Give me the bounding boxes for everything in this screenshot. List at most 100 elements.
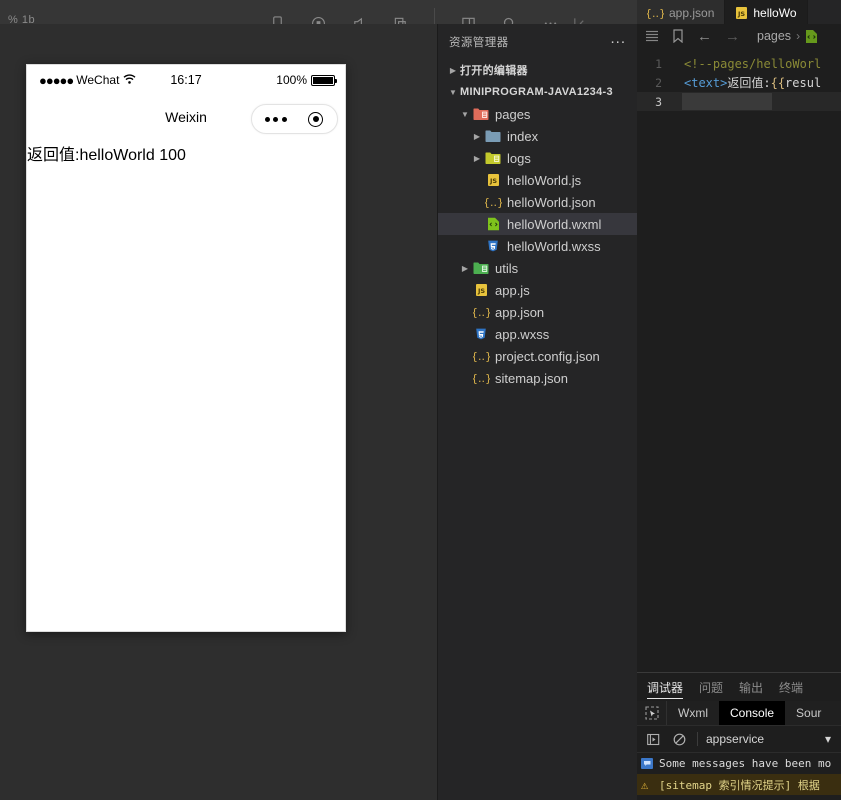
breadcrumb-separator: › (796, 29, 800, 43)
panel-tab-label: 问题 (699, 679, 723, 696)
console-log-text: Some messages have been mo (659, 757, 831, 770)
split-editor-icon[interactable] (461, 16, 476, 24)
volume-icon[interactable] (352, 16, 367, 24)
capsule-button[interactable] (251, 104, 338, 134)
tree-item-label: helloWorld.wxml (507, 217, 601, 232)
console-log-row[interactable]: ⚠[sitemap 索引情况提示] 根据 (637, 774, 841, 795)
toolbar-device-icons (270, 0, 558, 24)
chevron-right-icon[interactable]: ▶ (470, 132, 484, 141)
tree-item-label: logs (507, 151, 531, 166)
code-token: 返回值: (727, 76, 770, 90)
breadcrumb-path: pages › (757, 29, 818, 44)
forward-arrow-icon[interactable]: → (725, 28, 740, 45)
file-wxml-icon[interactable] (805, 29, 818, 44)
tree-item-helloworld-js[interactable]: JShelloWorld.js (438, 169, 637, 191)
tree-item-helloworld-wxss[interactable]: helloWorld.wxss (438, 235, 637, 257)
file-json-icon: {..} (484, 195, 502, 209)
breadcrumb-segment-pages[interactable]: pages (757, 29, 791, 43)
tree-item-label: pages (495, 107, 530, 122)
tree-item-app-json[interactable]: {..}app.json (438, 301, 637, 323)
phone-icon[interactable] (270, 16, 285, 24)
explorer-title: 资源管理器 (449, 34, 509, 50)
svg-text:{..}: {..} (647, 7, 664, 20)
page-result-text: 返回值:helloWorld 100 (26, 139, 345, 165)
file-js-icon: JS (735, 6, 748, 20)
line-number: 1 (637, 57, 671, 71)
back-arrow-icon[interactable]: ← (697, 28, 712, 45)
outline-icon[interactable] (645, 29, 659, 43)
tree-item-utils[interactable]: ▶ utils (438, 257, 637, 279)
copy-icon[interactable] (393, 16, 408, 24)
tree-item-label: helloWorld.wxss (507, 239, 601, 254)
svg-text:{..}: {..} (473, 350, 490, 363)
file-tree: ▼ pages▶ index▶ logs JShelloWorld.js {..… (438, 103, 637, 389)
devtools-tab-console[interactable]: Console (719, 701, 785, 725)
toolbar-left: % 1b (0, 0, 270, 24)
chevron-right-icon: ▶ (446, 66, 460, 75)
project-root-section[interactable]: ▼ MINIPROGRAM-JAVA1234-3 (438, 81, 637, 103)
console-log-row[interactable]: Some messages have been mo (637, 753, 841, 774)
console-log-text: [sitemap 索引情况提示] 根据 (659, 777, 820, 793)
bookmark-icon[interactable] (672, 29, 684, 43)
tree-item-sitemap-json[interactable]: {..}sitemap.json (438, 367, 637, 389)
collapse-icon[interactable] (572, 16, 587, 24)
debugger-panel: 调试器问题输出终端 Wxml ConsoleSour (637, 672, 841, 800)
chevron-right-icon[interactable]: ▶ (458, 264, 472, 273)
toolbar-divider (434, 8, 435, 24)
explorer-sidebar: 资源管理器 ... ▶ 打开的编辑器 ▼ MINIPROGRAM-JAVA123… (437, 24, 637, 800)
close-target-icon[interactable] (308, 112, 323, 127)
explorer-more-icon[interactable]: ... (610, 35, 626, 48)
file-wxss-icon (484, 239, 502, 253)
panel-tab-1[interactable]: 问题 (699, 673, 723, 701)
console-context-value: appservice (706, 732, 764, 746)
chevron-right-icon[interactable]: ▶ (470, 154, 484, 163)
scale-selector[interactable]: % 1b (8, 14, 35, 24)
devtools-tab-label: Wxml (678, 706, 708, 720)
tree-item-label: project.config.json (495, 349, 600, 364)
tree-item-label: utils (495, 261, 518, 276)
folder-olive-icon (484, 151, 502, 165)
app-root: % 1b (0, 0, 841, 800)
code-line[interactable]: 2<text>返回值:{{resul (637, 73, 841, 92)
tree-item-logs[interactable]: ▶ logs (438, 147, 637, 169)
phone-page-body: 返回值:helloWorld 100 (27, 139, 345, 165)
more-icon[interactable] (543, 16, 558, 24)
devtools-tab-wxml[interactable]: Wxml (667, 701, 719, 725)
code-line-text: <text>返回值:{{resul (671, 74, 821, 91)
devtools-tab-sour[interactable]: Sour (785, 701, 832, 725)
devtools-tab-bar: Wxml ConsoleSour (637, 701, 841, 726)
more-dots-icon[interactable] (265, 117, 287, 122)
editor-tab-app-json[interactable]: {..}app.json (637, 0, 725, 24)
editor-tab-hellowo[interactable]: JS helloWo (725, 0, 807, 24)
explorer-header: 资源管理器 ... (438, 24, 637, 59)
code-line[interactable]: 3 (637, 92, 841, 111)
tree-item-helloworld-json[interactable]: {..}helloWorld.json (438, 191, 637, 213)
tree-item-app-js[interactable]: JSapp.js (438, 279, 637, 301)
panel-tab-3[interactable]: 终端 (779, 673, 803, 701)
line-number: 2 (637, 76, 671, 90)
tree-item-pages[interactable]: ▼ pages (438, 103, 637, 125)
panel-tab-0[interactable]: 调试器 (647, 673, 683, 701)
editor-tab-label: helloWo (753, 6, 796, 20)
tree-item-index[interactable]: ▶ index (438, 125, 637, 147)
tree-item-helloworld-wxml[interactable]: helloWorld.wxml (438, 213, 637, 235)
step-icon[interactable] (643, 733, 663, 746)
tree-item-app-wxss[interactable]: app.wxss (438, 323, 637, 345)
file-json-icon: {..} (472, 349, 490, 363)
phone-preview[interactable]: ●●●●● WeChat 16:17 100% (26, 64, 346, 632)
chevron-down-icon[interactable]: ▼ (458, 110, 472, 119)
compass-icon[interactable] (311, 16, 326, 24)
file-json-icon: {..} (647, 6, 664, 20)
code-line[interactable]: 1<!--pages/helloWorl (637, 54, 841, 73)
code-area[interactable]: 1<!--pages/helloWorl2<text>返回值:{{resul3 (637, 48, 841, 111)
clear-icon[interactable] (669, 733, 689, 746)
inspect-icon[interactable] (637, 701, 667, 725)
open-editors-section[interactable]: ▶ 打开的编辑器 (438, 59, 637, 81)
console-context-select[interactable]: appservice ▾ (706, 732, 835, 746)
tree-item-label: app.wxss (495, 327, 549, 342)
tree-item-project-config-json[interactable]: {..} project.config.json (438, 345, 637, 367)
search-icon[interactable] (502, 16, 517, 24)
svg-text:JS: JS (737, 10, 745, 18)
battery-percent-label: 100% (276, 73, 307, 87)
panel-tab-2[interactable]: 输出 (739, 673, 763, 701)
